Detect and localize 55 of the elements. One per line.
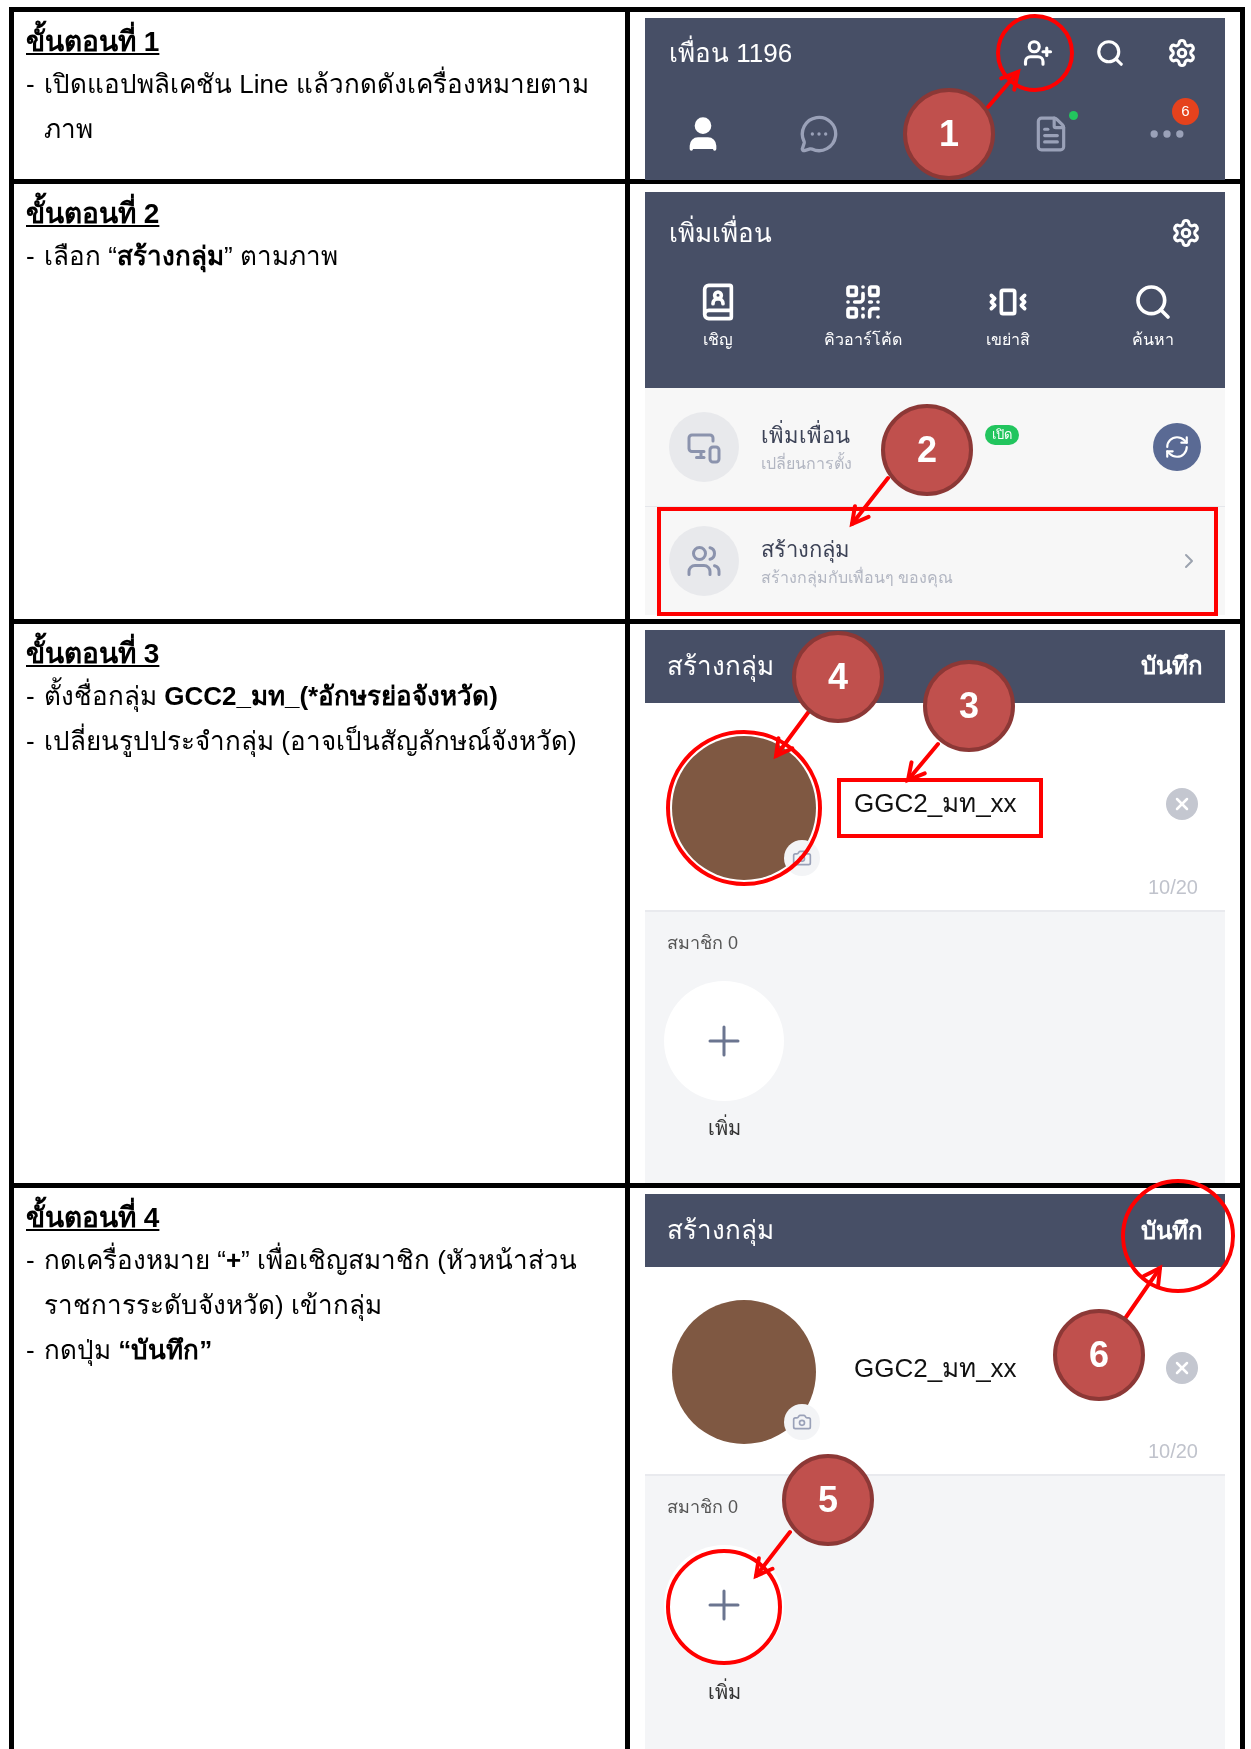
pointer-arrow [986, 68, 1021, 109]
screen-title: สร้างกลุ่ม [667, 649, 774, 684]
add-method-button[interactable]: ค้นหา [1080, 282, 1225, 352]
add-method-button[interactable]: คิวอาร์โค้ด [790, 282, 935, 352]
instruction-text: เลือก “สร้างกลุ่ม” ตามภาพ [44, 240, 338, 275]
screen-title: เพื่อน 1196 [669, 34, 793, 70]
group-name-field[interactable]: GGC2_มท_xx [854, 1348, 1017, 1388]
instruction-text: ตั้งชื่อกลุ่ม GCC2_มท_(*อักษรย่อจังหวัด) [44, 673, 498, 719]
camera-icon[interactable] [784, 1404, 820, 1440]
screen-title: เพิ่มเพื่อน [669, 214, 772, 250]
step-title: ขั้นตอนที่ 4 [26, 1198, 613, 1238]
settings-icon[interactable] [1167, 38, 1197, 68]
step-number-badge: 1 [903, 88, 995, 180]
character-counter: 10/20 [1147, 874, 1198, 900]
add-method-button[interactable]: เขย่าสิ [935, 282, 1080, 352]
members-label: สมาชิก 0 [667, 1496, 738, 1518]
bullet-marker: - [26, 240, 36, 273]
group-name-field[interactable]: GGC2_มท_xx [854, 784, 1017, 824]
chat-bubble-icon[interactable] [799, 114, 839, 154]
row-title: สร้างกลุ่ม [761, 535, 850, 565]
pointer-arrow [849, 476, 890, 528]
search-icon[interactable] [1095, 38, 1125, 68]
add-label: เพิ่ม [664, 1677, 784, 1707]
bullet-marker: - [26, 68, 36, 101]
bullet-marker: - [26, 1244, 36, 1277]
step-number-badge: 5 [782, 1454, 874, 1546]
add-method-button[interactable]: เชิญ [645, 282, 790, 352]
bullet-marker: - [26, 679, 36, 713]
instruction-text: กดเครื่องหมาย “+” เพื่อเชิญสมาชิก (หัวหน้าส่วนราชการระดับจังหวัด) เข้ากลุ่ม [44, 1238, 613, 1328]
save-button[interactable]: บันทึก [1141, 1212, 1203, 1249]
bullet-marker: - [26, 724, 36, 758]
step-title: ขั้นตอนที่ 3 [26, 633, 613, 674]
add-label: เพิ่ม [706, 1113, 742, 1141]
row-subtitle: เปลี่ยนการตั้ง [761, 451, 853, 474]
bullet-marker: - [26, 1334, 36, 1367]
notification-badge: 6 [1172, 98, 1199, 125]
character-counter: 10/20 [1147, 1439, 1198, 1464]
instruction-text: กดปุ่ม “บันทึก” [44, 1334, 213, 1368]
save-button[interactable]: บันทึก [1141, 648, 1203, 685]
instruction-text: เปลี่ยนรูปประจำกลุ่ม (อาจเป็นสัญลักษณ์จังหวัด) [44, 722, 577, 759]
row-title: เพิ่มเพื่อน [761, 419, 850, 450]
add-friend-icon[interactable] [1023, 38, 1053, 68]
step-title: ขั้นตอนที่ 1 [26, 22, 613, 62]
pointer-arrow [753, 1530, 792, 1580]
row-subtitle: สร้างกลุ่มกับเพื่อนๆ ของคุณ [761, 566, 955, 590]
step-number-badge: 2 [881, 404, 973, 496]
step-title: ขั้นตอนที่ 2 [26, 194, 613, 234]
menu-row[interactable]: สร้างกลุ่ม สร้างกลุ่มกับเพื่อนๆ ของคุณ [645, 507, 1225, 615]
on-tag: เปิด [985, 425, 1019, 445]
members-label: สมาชิก 0 [667, 931, 738, 954]
pointer-arrow [905, 741, 940, 783]
instruction-text: เปิดแอปพลิเคชัน Line แล้วกดดังเครื่องหมายตามภาพ [44, 62, 613, 152]
refresh-icon[interactable] [1153, 423, 1201, 471]
settings-icon[interactable] [1171, 218, 1201, 248]
screen-title: สร้างกลุ่ม [667, 1214, 774, 1248]
